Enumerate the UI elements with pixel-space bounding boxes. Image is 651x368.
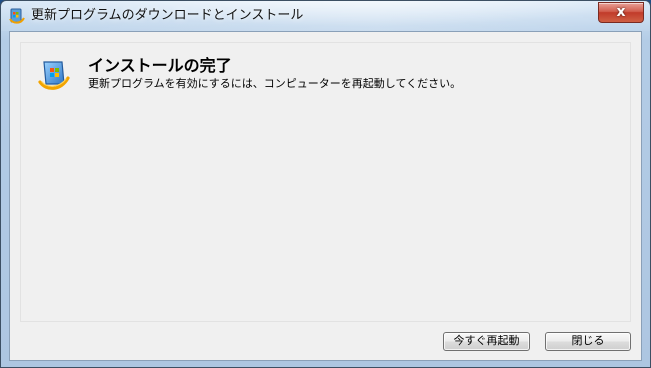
- title-bar[interactable]: 更新プログラムのダウンロードとインストール x: [1, 1, 650, 31]
- windows-update-icon: [38, 61, 70, 90]
- window-title: 更新プログラムのダウンロードとインストール: [31, 8, 304, 23]
- dialog-client-area: インストールの完了 更新プログラムを有効にするには、コンピューターを再起動してく…: [9, 31, 642, 361]
- windows-update-icon: [9, 8, 25, 24]
- installer-window: 更新プログラムのダウンロードとインストール x インストールの完了 更新プログラ…: [0, 0, 651, 368]
- restart-message: 更新プログラムを有効にするには、コンピューターを再起動してください。: [88, 77, 462, 90]
- close-window-button[interactable]: x: [598, 2, 644, 23]
- close-button[interactable]: 閉じる: [545, 332, 631, 351]
- restart-now-button[interactable]: 今すぐ再起動: [443, 332, 530, 351]
- page-title: インストールの完了: [88, 56, 232, 75]
- close-icon: x: [616, 4, 626, 20]
- content-panel: インストールの完了 更新プログラムを有効にするには、コンピューターを再起動してく…: [20, 42, 631, 322]
